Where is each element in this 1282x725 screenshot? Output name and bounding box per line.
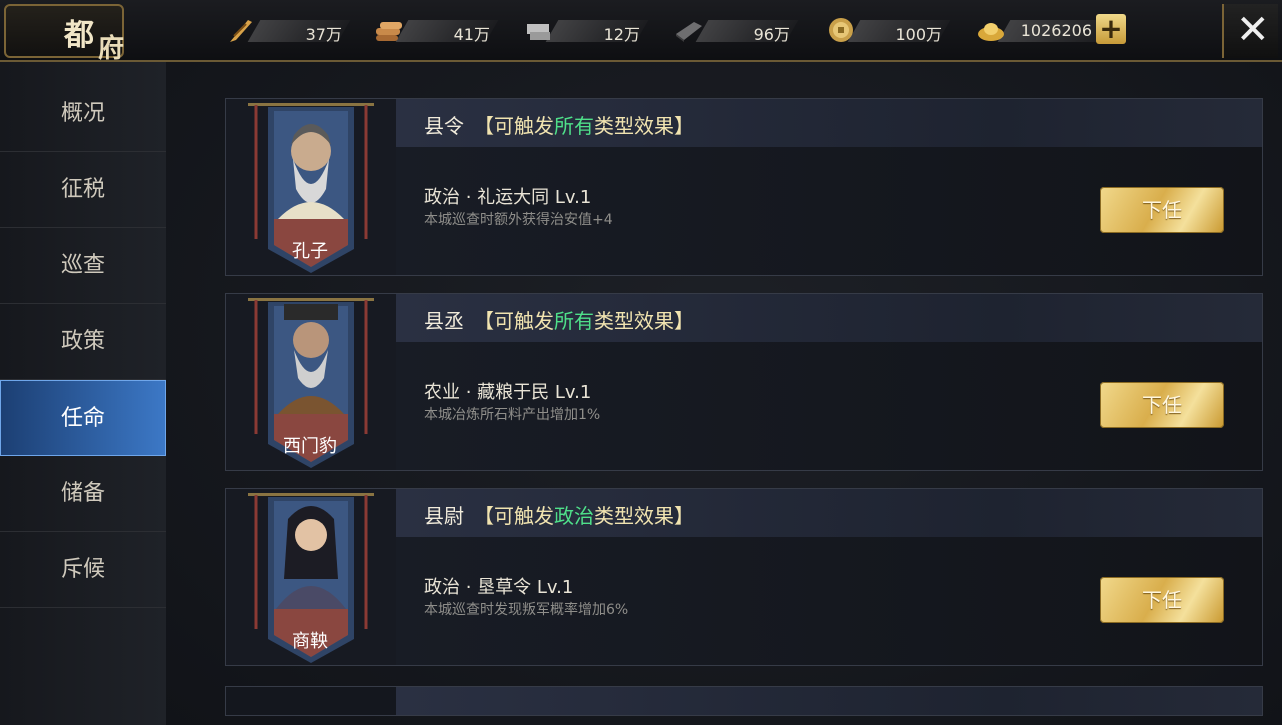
sidebar-item-policy[interactable]: 政策 <box>0 304 166 380</box>
role-title: 县丞 <box>424 309 464 333</box>
sidebar: 概况 征税 巡查 政策 任命 储备 斥候 <box>0 62 167 725</box>
skill-name: 农业 · 藏粮于民 Lv.1 <box>424 382 592 403</box>
top-bar: 都 府 37万 41万 12万 96万 100万 1026206 + ✕ <box>0 0 1282 64</box>
skill-description: 本城巡查时发现叛军概率增加6% <box>424 602 629 618</box>
effect-suffix: 类型效果】 <box>594 309 694 333</box>
card-header <box>396 687 1262 715</box>
appointment-card: 孔子 县令 【可触发所有类型效果】 政治 · 礼运大同 Lv.1 本城巡查时额外… <box>225 98 1263 276</box>
page-title-char-2: 府 <box>98 34 125 64</box>
page-title: 都 府 <box>4 4 124 64</box>
effect-suffix: 类型效果】 <box>594 504 694 528</box>
sidebar-item-appoint[interactable]: 任命 <box>0 380 166 456</box>
card-header: 县丞 【可触发所有类型效果】 <box>396 294 1262 342</box>
official-name: 西门豹 <box>283 436 337 457</box>
official-name: 商鞅 <box>292 631 328 652</box>
effect-note: 【可触发所有类型效果】 <box>474 110 694 139</box>
stone-icon <box>527 24 550 40</box>
role-title: 县令 <box>424 114 464 138</box>
card-body: 农业 · 藏粮于民 Lv.1 本城冶炼所石料产出增加1% 下任 <box>396 342 1262 470</box>
skill-name: 政治 · 垦草令 Lv.1 <box>424 577 574 598</box>
resource-value: 12万 <box>603 25 640 44</box>
effect-suffix: 类型效果】 <box>594 114 694 138</box>
card-body: 政治 · 礼运大同 Lv.1 本城巡查时额外获得治安值+4 下任 <box>396 147 1262 275</box>
card-header: 县令 【可触发所有类型效果】 <box>396 99 1262 147</box>
add-gold-button[interactable]: + <box>1096 14 1126 44</box>
effect-note: 【可触发所有类型效果】 <box>474 305 694 334</box>
effect-highlight: 所有 <box>554 309 594 333</box>
appointment-card-partial <box>225 686 1263 716</box>
sidebar-item-scout[interactable]: 斥候 <box>0 532 166 608</box>
official-portrait: 商鞅 <box>226 489 396 665</box>
close-button[interactable]: ✕ <box>1222 4 1278 58</box>
resource-value: 96万 <box>753 25 790 44</box>
effect-note: 【可触发政治类型效果】 <box>474 500 694 529</box>
sidebar-item-patrol[interactable]: 巡查 <box>0 228 166 304</box>
resource-value: 1026206 <box>1020 21 1092 40</box>
effect-prefix: 【可触发 <box>474 504 554 528</box>
page-title-char-1: 都 <box>64 18 96 53</box>
effect-prefix: 【可触发 <box>474 114 554 138</box>
skill-description: 本城巡查时额外获得治安值+4 <box>424 212 613 228</box>
official-portrait: 西门豹 <box>226 294 396 470</box>
iron-icon <box>676 22 702 42</box>
wood-icon <box>376 22 402 41</box>
effect-highlight: 所有 <box>554 114 594 138</box>
sidebar-item-tax[interactable]: 征税 <box>0 152 166 228</box>
effect-highlight: 政治 <box>554 504 594 528</box>
appointments-panel: 孔子 县令 【可触发所有类型效果】 政治 · 礼运大同 Lv.1 本城巡查时额外… <box>166 62 1282 725</box>
appointment-card: 西门豹 县丞 【可触发所有类型效果】 农业 · 藏粮于民 Lv.1 本城冶炼所石… <box>225 293 1263 471</box>
official-name: 孔子 <box>292 241 328 262</box>
skill-name: 政治 · 礼运大同 Lv.1 <box>424 187 592 208</box>
close-icon: ✕ <box>1236 7 1270 53</box>
role-title: 县尉 <box>424 504 464 528</box>
dismiss-button[interactable]: 下任 <box>1100 187 1224 233</box>
dismiss-button[interactable]: 下任 <box>1100 577 1224 623</box>
appointment-card: 商鞅 县尉 【可触发政治类型效果】 政治 · 垦草令 Lv.1 本城巡查时发现叛… <box>225 488 1263 666</box>
card-header: 县尉 【可触发政治类型效果】 <box>396 489 1262 537</box>
resource-value: 37万 <box>305 25 342 44</box>
sidebar-item-overview[interactable]: 概况 <box>0 76 166 152</box>
skill-description: 本城冶炼所石料产出增加1% <box>424 407 601 423</box>
coin-icon <box>829 18 853 42</box>
resource-value: 41万 <box>453 25 490 44</box>
dismiss-button[interactable]: 下任 <box>1100 382 1224 428</box>
feather-icon <box>230 20 252 42</box>
sidebar-item-reserve[interactable]: 储备 <box>0 456 166 532</box>
card-body: 政治 · 垦草令 Lv.1 本城巡查时发现叛军概率增加6% 下任 <box>396 537 1262 665</box>
official-portrait: 孔子 <box>226 99 396 275</box>
effect-prefix: 【可触发 <box>474 309 554 333</box>
resource-value: 100万 <box>895 25 942 44</box>
